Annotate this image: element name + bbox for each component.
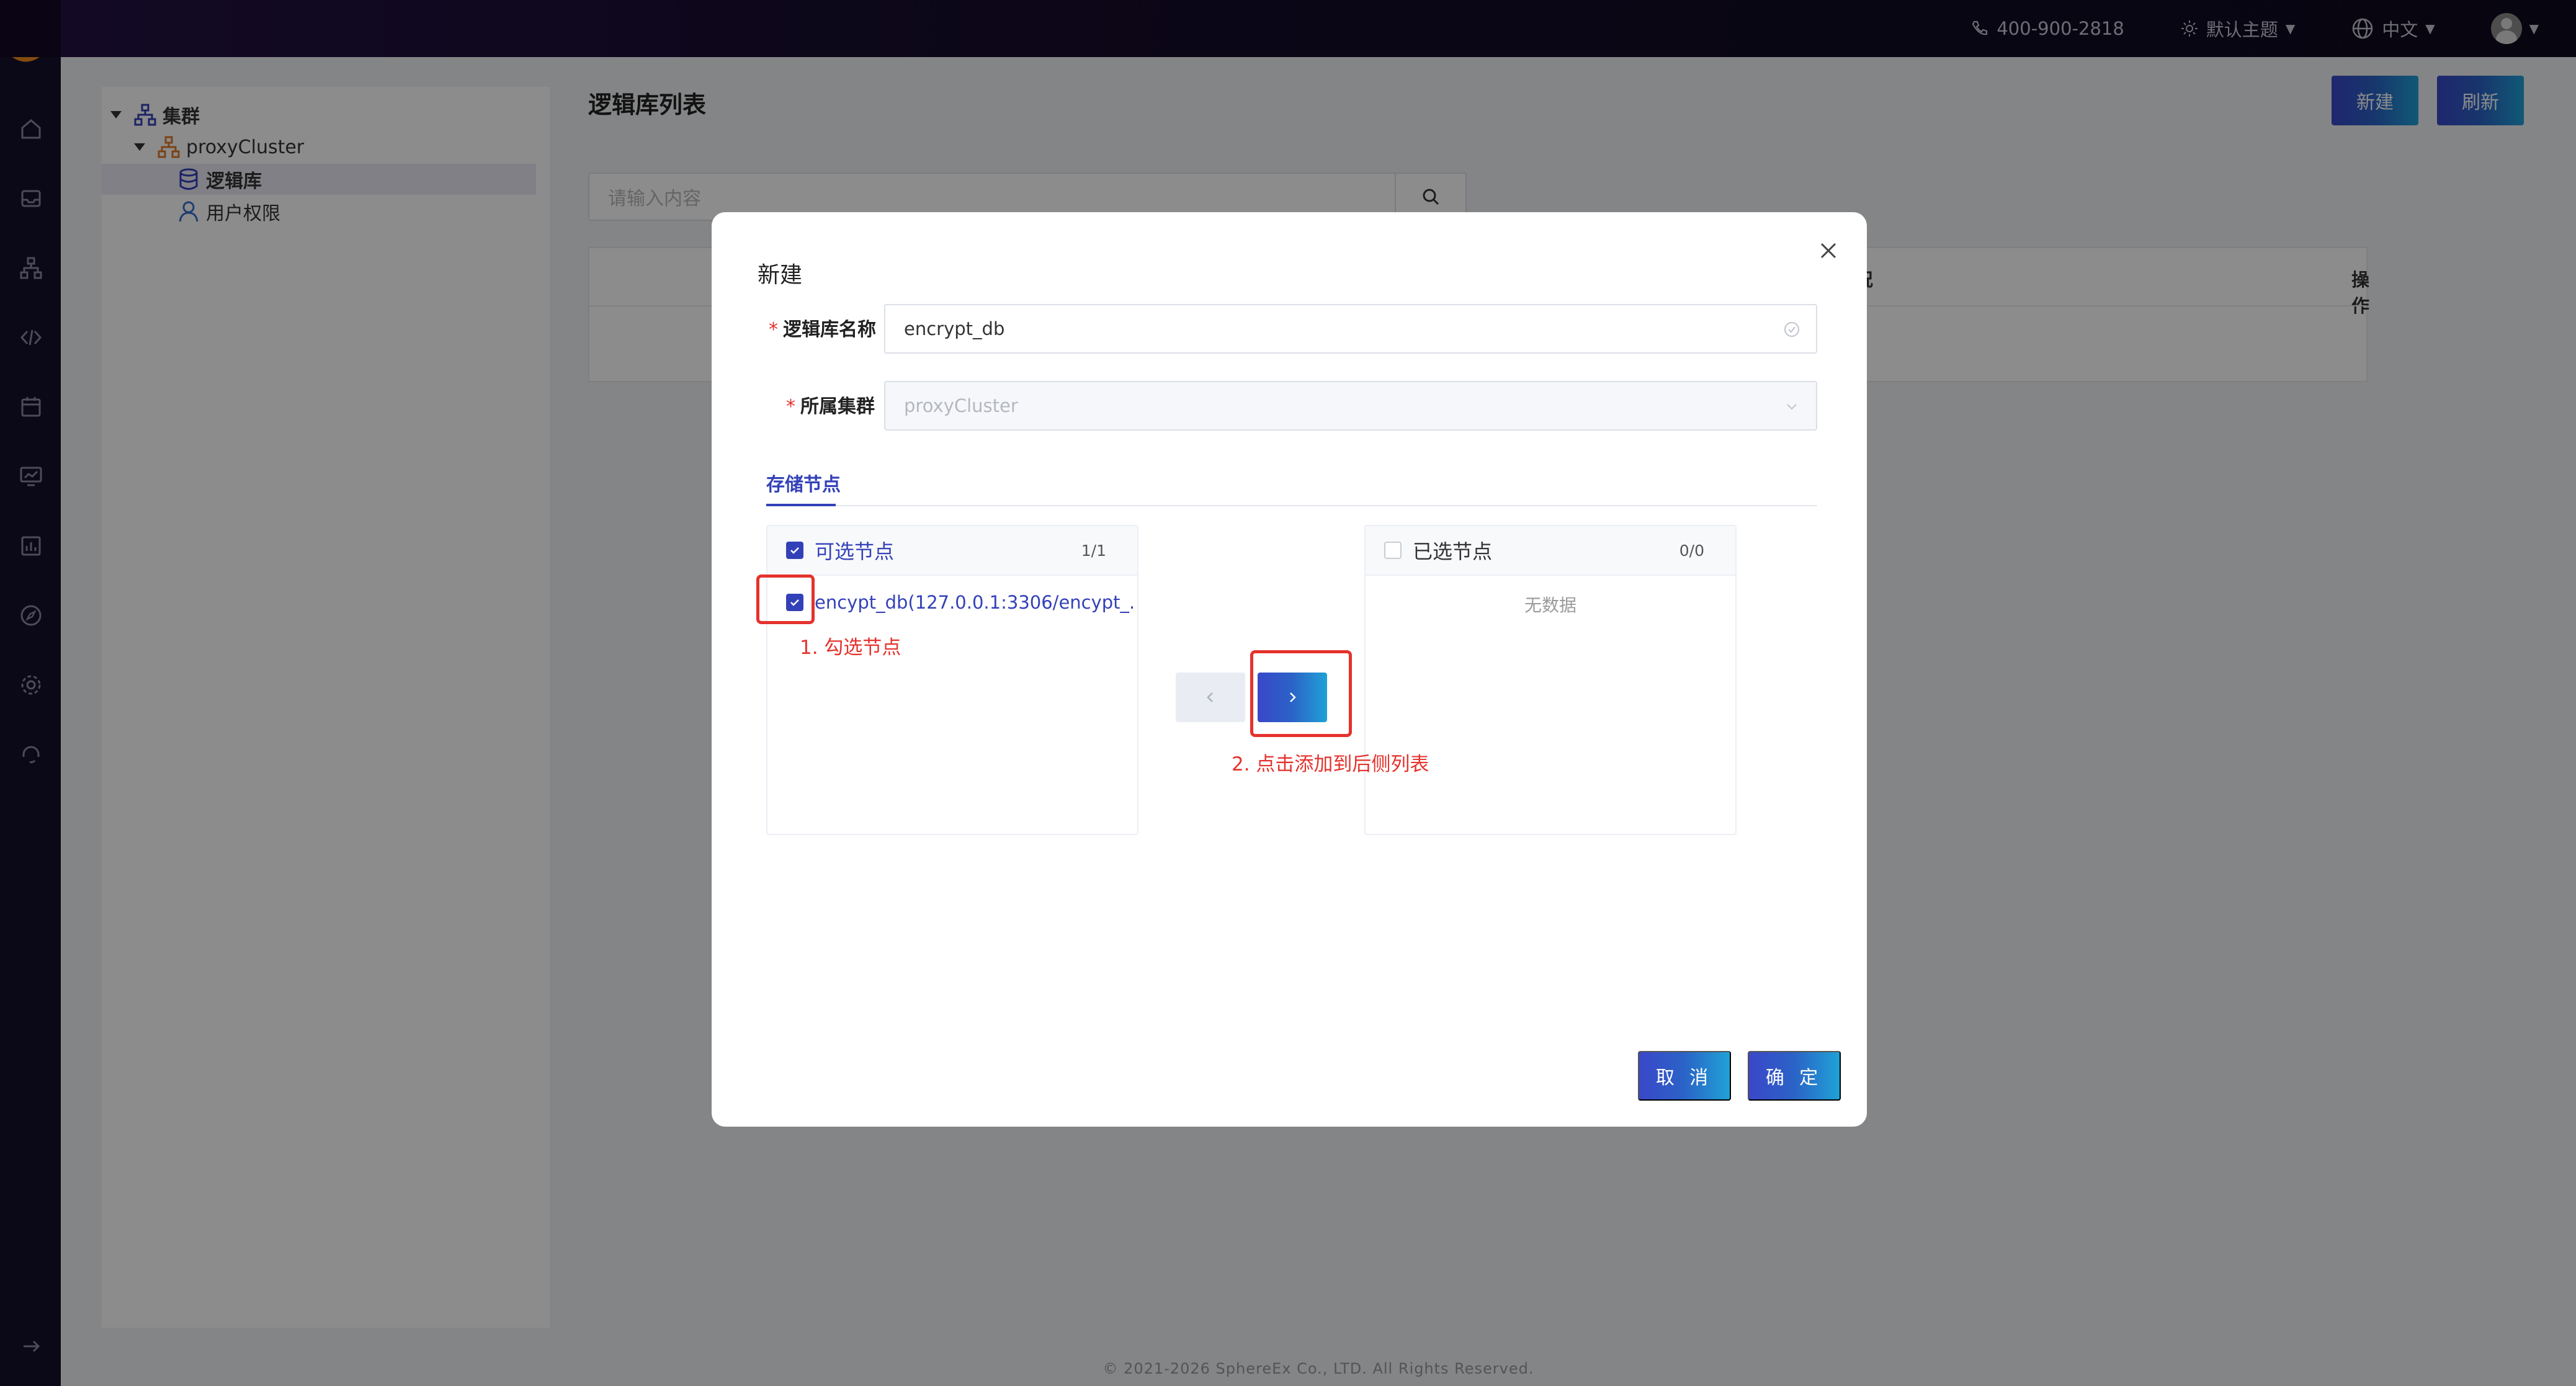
selection-count: 1/1 [1081,541,1106,560]
input-value: encrypt_db [904,318,1005,339]
tab-active-indicator [766,504,836,506]
confirm-button[interactable]: 确 定 [1748,1051,1841,1101]
tab-storage-nodes[interactable]: 存储节点 [766,469,841,496]
label-text: 逻辑库名称 [783,319,876,341]
available-nodes-header: 可选节点 1/1 [767,526,1137,576]
available-nodes-panel: 可选节点 1/1 encypt_db(127.0.0.1:3306/encypt… [766,525,1138,835]
check-icon [790,547,799,554]
close-icon[interactable] [1816,238,1841,263]
dialog-title: 新建 [758,262,803,288]
annotation-step-1: 1. 勾选节点 [800,637,901,659]
panel-title: 可选节点 [815,540,895,563]
annotation-step-2: 2. 点击添加到后侧列表 [1232,753,1429,776]
cancel-button[interactable]: 取 消 [1638,1051,1731,1101]
cluster-select: proxyCluster [884,381,1817,431]
selected-nodes-panel: 已选节点 0/0 无数据 [1364,525,1737,835]
cluster-label: * 所属集群 [786,391,875,418]
annotation-box-checkbox [756,575,815,624]
annotation-box-move-button [1250,650,1352,737]
select-all-checkbox[interactable] [1384,542,1402,559]
selection-count: 0/0 [1679,541,1704,560]
move-left-button[interactable] [1176,673,1245,722]
required-mark: * [786,396,795,418]
panel-title: 已选节点 [1413,540,1493,563]
chevron-left-icon [1207,692,1213,702]
logic-db-name-input[interactable]: encrypt_db [884,304,1817,354]
select-value: proxyCluster [904,395,1018,416]
empty-state: 无数据 [1524,595,1576,615]
chevron-down-icon [1787,404,1797,410]
tab-bar [766,505,1817,506]
list-item[interactable]: encypt_db(127.0.0.1:3306/encypt_... [786,592,1134,613]
required-mark: * [769,319,778,341]
logic-db-name-label: * 逻辑库名称 [769,314,876,341]
node-label: encypt_db(127.0.0.1:3306/encypt_... [815,592,1134,613]
select-all-checkbox[interactable] [786,542,803,559]
modal-mask-side [0,0,61,1386]
check-circle-icon [1784,322,1799,337]
label-text: 所属集群 [800,396,875,418]
modal-mask-top [0,0,2576,57]
selected-nodes-header: 已选节点 0/0 [1366,526,1735,576]
new-logic-db-dialog: 新建 * 逻辑库名称 encrypt_db * 所属集群 proxyCluster … [712,212,1867,1127]
